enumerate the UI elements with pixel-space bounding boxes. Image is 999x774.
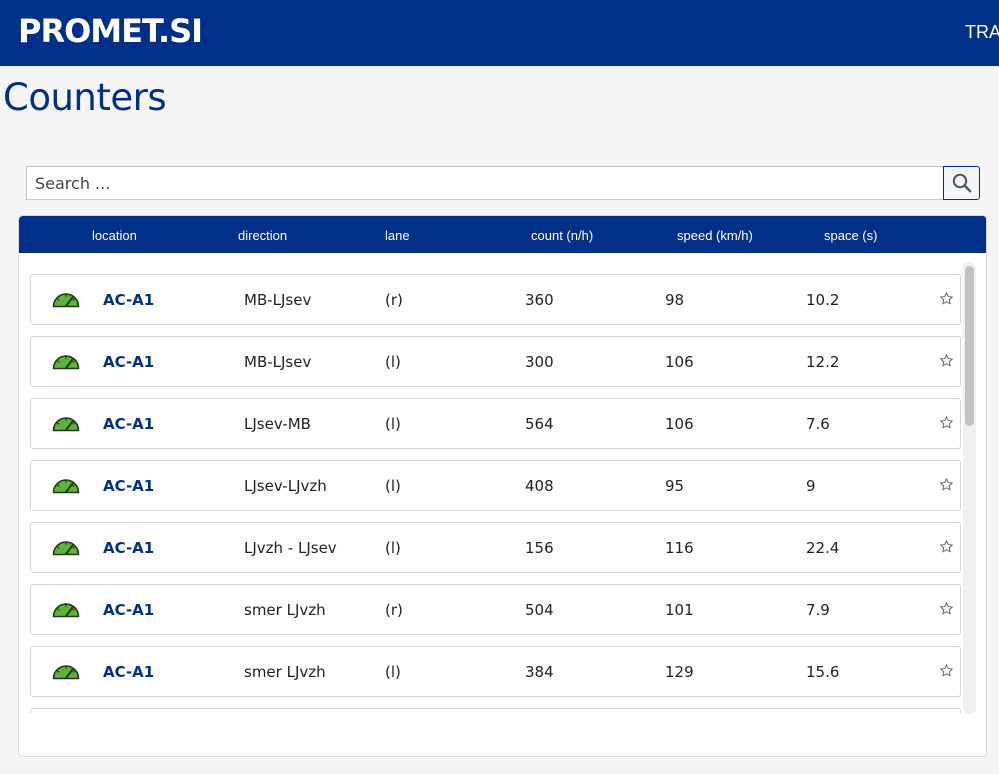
list-scrollbar[interactable]: [963, 262, 976, 714]
counters-panel: location direction lane count (n/h) spee…: [18, 215, 987, 757]
column-header-count[interactable]: count (n/h): [531, 228, 593, 243]
count-cell: 384: [525, 663, 554, 681]
lane-cell: (l): [385, 415, 401, 433]
location-cell: AC-A1: [103, 663, 155, 681]
location-cell: AC-A1: [103, 477, 155, 495]
space-cell: 9: [806, 477, 816, 495]
speedometer-icon: [52, 479, 80, 494]
count-cell: 564: [525, 415, 554, 433]
search-button[interactable]: [943, 166, 980, 200]
speedometer-icon: [52, 355, 80, 370]
table-row[interactable]: AC-A1 smer LJvzh (l) 384 129 15.6: [30, 646, 961, 697]
direction-cell: LJvzh - LJsev: [244, 539, 337, 557]
count-cell: 504: [525, 601, 554, 619]
speed-cell: 116: [665, 539, 694, 557]
space-cell: 7.6: [806, 415, 830, 433]
speedometer-icon: [52, 665, 80, 680]
star-outline-icon[interactable]: [939, 291, 954, 306]
star-outline-icon[interactable]: [939, 477, 954, 492]
direction-cell: LJsev-MB: [244, 415, 311, 433]
page-title: Counters: [3, 76, 167, 119]
star-outline-icon[interactable]: [939, 539, 954, 554]
table-row[interactable]: AC-A1 MB-LJsev (l) 300 106 12.2: [30, 336, 961, 387]
nav-item-partial[interactable]: TRA: [965, 22, 999, 43]
search-input[interactable]: [26, 166, 944, 200]
table-row[interactable]: AC-A1 LJvzh - LJsev (l) 156 116 22.4: [30, 522, 961, 573]
location-cell: AC-A1: [103, 291, 155, 309]
site-logo[interactable]: PROMET.SI: [18, 12, 203, 50]
speedometer-icon: [52, 603, 80, 618]
speed-cell: 106: [665, 353, 694, 371]
star-outline-icon[interactable]: [939, 663, 954, 678]
count-cell: 300: [525, 353, 554, 371]
speed-cell: 129: [665, 663, 694, 681]
speed-cell: 98: [665, 291, 685, 309]
space-cell: 7.9: [806, 601, 830, 619]
direction-cell: LJsev-LJvzh: [244, 477, 327, 495]
table-header: location direction lane count (n/h) spee…: [19, 216, 986, 253]
count-cell: 156: [525, 539, 554, 557]
lane-cell: (l): [385, 663, 401, 681]
scrollbar-thumb[interactable]: [965, 266, 974, 426]
table-row[interactable]: AC-A1 LJsev-MB (l) 564 106 7.6: [30, 398, 961, 449]
star-outline-icon[interactable]: [939, 601, 954, 616]
counters-list: AC-A1 MB-LJsev (r) 360 98 10.2 AC-A1 MB-LJsev (l…: [19, 254, 986, 714]
direction-cell: MB-LJsev: [244, 291, 312, 309]
count-cell: 408: [525, 477, 554, 495]
space-cell: 22.4: [806, 539, 840, 557]
space-cell: 15.6: [806, 663, 840, 681]
speed-cell: 106: [665, 415, 694, 433]
column-header-location[interactable]: location: [92, 228, 137, 243]
lane-cell: (l): [385, 353, 401, 371]
direction-cell: smer LJvzh: [244, 663, 326, 681]
speedometer-icon: [52, 417, 80, 432]
column-header-direction[interactable]: direction: [238, 228, 287, 243]
location-cell: AC-A1: [103, 601, 155, 619]
table-row[interactable]: AC-A1 LJsev-LJvzh (l) 408 95 9: [30, 460, 961, 511]
table-row[interactable]: [30, 708, 961, 714]
location-cell: AC-A1: [103, 539, 155, 557]
column-header-lane[interactable]: lane: [385, 228, 410, 243]
speedometer-icon: [52, 293, 80, 308]
column-header-space[interactable]: space (s): [824, 228, 877, 243]
location-cell: AC-A1: [103, 415, 155, 433]
table-row[interactable]: AC-A1 smer LJvzh (r) 504 101 7.9: [30, 584, 961, 635]
location-cell: AC-A1: [103, 353, 155, 371]
space-cell: 10.2: [806, 291, 840, 309]
search-icon: [952, 173, 971, 193]
lane-cell: (r): [385, 601, 403, 619]
count-cell: 360: [525, 291, 554, 309]
column-header-speed[interactable]: speed (km/h): [677, 228, 753, 243]
speed-cell: 95: [665, 477, 685, 495]
space-cell: 12.2: [806, 353, 840, 371]
top-navbar: PROMET.SI TRA: [0, 0, 999, 66]
star-outline-icon[interactable]: [939, 415, 954, 430]
speedometer-icon: [52, 541, 80, 556]
lane-cell: (l): [385, 477, 401, 495]
lane-cell: (l): [385, 539, 401, 557]
speed-cell: 101: [665, 601, 694, 619]
table-row[interactable]: AC-A1 MB-LJsev (r) 360 98 10.2: [30, 274, 961, 325]
search-bar: [26, 166, 980, 200]
direction-cell: smer LJvzh: [244, 601, 326, 619]
direction-cell: MB-LJsev: [244, 353, 312, 371]
star-outline-icon[interactable]: [939, 353, 954, 368]
lane-cell: (r): [385, 291, 403, 309]
